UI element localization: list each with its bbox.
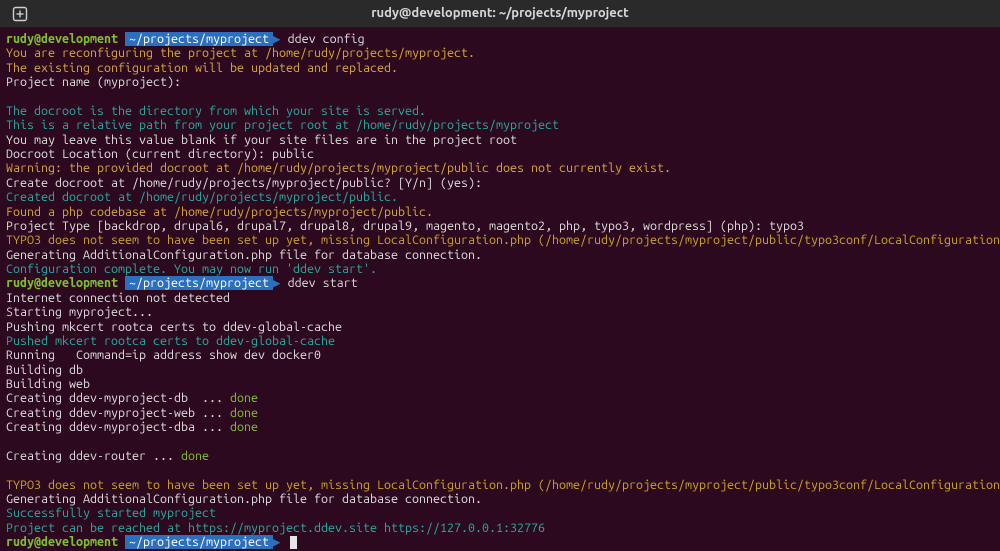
blank-line [6, 90, 994, 104]
output-line: TYPO3 does not seem to have been set up … [6, 233, 994, 247]
output-line: Project name (myproject): [6, 75, 994, 89]
output-line: Creating ddev-router ... done [6, 449, 994, 463]
prompt-command: ddev start [288, 276, 358, 290]
output-line: Create docroot at /home/rudy/projects/my… [6, 176, 994, 190]
output-line: Created docroot at /home/rudy/projects/m… [6, 190, 994, 204]
prompt-path: ~/projects/myproject [125, 276, 273, 290]
output-line: Creating ddev-myproject-dba ... done [6, 420, 994, 434]
output-line: Generating AdditionalConfiguration.php f… [6, 492, 994, 506]
output-line: Successfully started myproject [6, 506, 994, 520]
output-line: Docroot Location (current directory): pu… [6, 147, 994, 161]
prompt-command: ddev config [288, 32, 365, 46]
blank-line [6, 463, 994, 477]
prompt-path: ~/projects/myproject [125, 535, 273, 549]
output-line: Building db [6, 363, 994, 377]
output-line: Creating ddev-myproject-db ... done [6, 391, 994, 405]
output-line: Starting myproject... [6, 305, 994, 319]
output-line: Building web [6, 377, 994, 391]
output-line: The docroot is the directory from which … [6, 104, 994, 118]
cursor-block [290, 536, 297, 549]
output-line: Found a php codebase at /home/rudy/proje… [6, 205, 994, 219]
output-line: You may leave this value blank if your s… [6, 133, 994, 147]
output-line: Pushed mkcert rootca certs to ddev-globa… [6, 334, 994, 348]
output-line: TYPO3 does not seem to have been set up … [6, 478, 994, 492]
output-line: Warning: the provided docroot at /home/r… [6, 161, 994, 175]
output-line: Configuration complete. You may now run … [6, 262, 994, 276]
output-line: You are reconfiguring the project at /ho… [6, 46, 994, 60]
output-line: Project can be reached at https://myproj… [6, 521, 994, 535]
prompt-line: rudy@development ~/projects/myproject▶ d… [6, 276, 994, 290]
output-line: Generating AdditionalConfiguration.php f… [6, 248, 994, 262]
output-line: The existing configuration will be updat… [6, 61, 994, 75]
output-line: This is a relative path from your projec… [6, 118, 994, 132]
new-tab-icon[interactable] [6, 0, 34, 28]
prompt-user: rudy@development [6, 535, 118, 549]
output-line: Project Type [backdrop, drupal6, drupal7… [6, 219, 994, 233]
prompt-path: ~/projects/myproject [125, 32, 273, 46]
window-titlebar: rudy@development: ~/projects/myproject [0, 0, 1000, 28]
blank-line [6, 435, 994, 449]
output-line: Pushing mkcert rootca certs to ddev-glob… [6, 320, 994, 334]
output-line: Internet connection not detected [6, 291, 994, 305]
prompt-user: rudy@development [6, 32, 118, 46]
terminal-area[interactable]: rudy@development ~/projects/myproject▶ d… [0, 28, 1000, 551]
output-line: Creating ddev-myproject-web ... done [6, 406, 994, 420]
prompt-user: rudy@development [6, 276, 118, 290]
prompt-line: rudy@development ~/projects/myproject▶ d… [6, 32, 994, 46]
window-title: rudy@development: ~/projects/myproject [0, 6, 1000, 21]
output-line: Running Command=ip address show dev dock… [6, 348, 994, 362]
prompt-line[interactable]: rudy@development ~/projects/myproject▶ [6, 535, 994, 549]
